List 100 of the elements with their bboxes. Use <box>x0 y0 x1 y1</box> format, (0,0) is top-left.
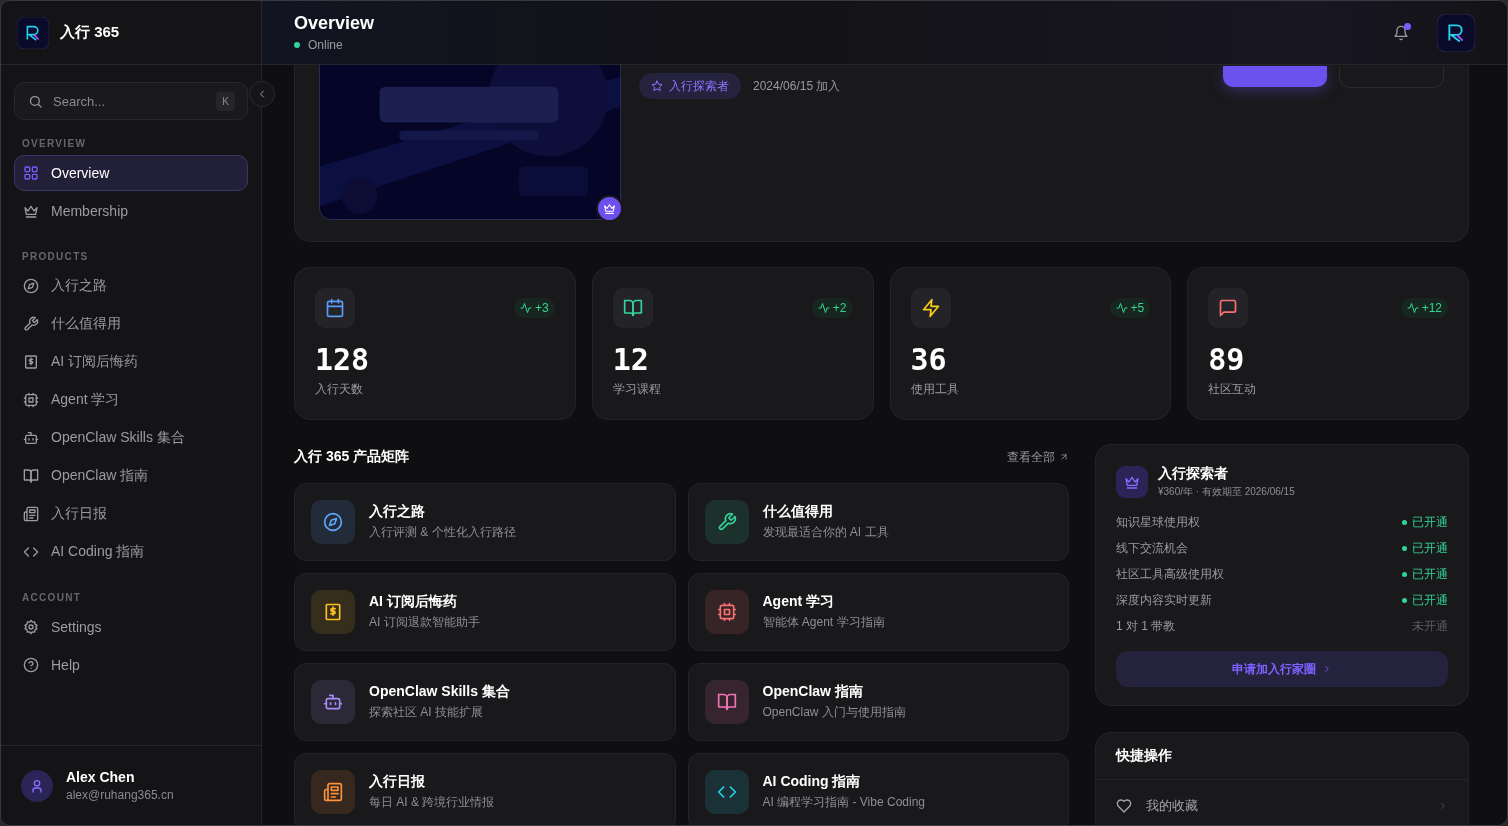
nav-item[interactable]: AI Coding 指南 <box>14 534 248 570</box>
page-title: Overview <box>294 13 375 34</box>
pulse-icon <box>1406 302 1419 314</box>
crown-icon <box>23 203 39 219</box>
product-card[interactable]: AI 订阅后悔药 AI 订阅退款智能助手 <box>294 573 676 651</box>
brand-name: 入行 365 <box>60 23 120 42</box>
section-heading: OVERVIEW <box>22 138 88 149</box>
product-description: 智能体 Agent 学习指南 <box>762 614 885 631</box>
nav-item[interactable]: 入行之路 <box>14 268 248 304</box>
chevron-right-icon <box>1322 664 1332 674</box>
stat-value: 128 <box>315 342 371 377</box>
section-title: 入行 365 产品矩阵 <box>294 448 410 466</box>
pulse-icon <box>1115 302 1128 314</box>
product-title: OpenClaw 指南 <box>762 683 864 701</box>
benefit-label: 1 对 1 带教 <box>1116 617 1176 635</box>
nav-item[interactable]: AI 订阅后悔药 <box>14 344 248 380</box>
search-field[interactable]: Search... <box>51 92 209 110</box>
newspaper-icon <box>23 506 39 522</box>
nav-item[interactable]: OpenClaw Skills 集合 <box>14 420 248 456</box>
product-card[interactable]: OpenClaw Skills 集合 探索社区 AI 技能扩展 <box>294 663 676 741</box>
heart-icon <box>1116 798 1132 814</box>
trend-badge: +3 <box>514 298 555 318</box>
nav-item[interactable]: 什么值得用 <box>14 306 248 342</box>
account-button[interactable] <box>1437 13 1475 52</box>
book-icon <box>23 468 39 484</box>
card-title: 快捷操作 <box>1096 733 1468 780</box>
shortcut-key: K <box>216 91 235 111</box>
notification-button[interactable] <box>1391 22 1411 43</box>
nav-item[interactable]: Settings <box>14 609 248 645</box>
benefit-label: 社区工具高级使用权 <box>1116 565 1224 583</box>
benefit-label: 知识星球使用权 <box>1116 513 1200 531</box>
crown-icon <box>1124 474 1140 490</box>
product-description: 发现最适合你的 AI 工具 <box>762 524 889 541</box>
trend-badge: +5 <box>1109 298 1151 318</box>
logo <box>17 16 49 49</box>
arrow-up-right-icon <box>1059 452 1069 462</box>
nav-item[interactable]: Help <box>14 647 248 683</box>
benefit-status: 已开通 <box>1402 539 1448 557</box>
product-description: AI 编程学习指南 - Vibe Coding <box>762 794 925 811</box>
product-card[interactable]: Agent 学习 智能体 Agent 学习指南 <box>687 573 1069 651</box>
product-title: OpenClaw Skills 集合 <box>369 683 510 701</box>
section-heading: ACCOUNT <box>22 592 83 603</box>
crown-icon <box>603 202 616 215</box>
user-email: alex@ruhang365.cn <box>66 788 174 802</box>
robot-icon <box>23 430 39 446</box>
code-icon <box>23 544 39 560</box>
product-description: AI 订阅退款智能助手 <box>369 614 480 631</box>
quick-action-item[interactable]: 我的收藏 <box>1096 780 1468 825</box>
benefit-status: 已开通 <box>1402 591 1448 609</box>
plan-details: ¥360/年 · 有效期至 2026/06/15 <box>1158 485 1295 499</box>
product-title: AI 订阅后悔药 <box>369 593 458 611</box>
nav-item[interactable]: 入行日报 <box>14 496 248 532</box>
product-description: 入行评测 & 个性化入行路径 <box>369 524 516 541</box>
search-icon <box>28 93 43 109</box>
plan-name: 入行探索者 <box>1158 465 1229 483</box>
product-card[interactable]: 什么值得用 发现最适合你的 AI 工具 <box>687 483 1069 561</box>
apply-button[interactable]: 申请加入行家圈 <box>1116 651 1448 687</box>
settings-icon <box>23 619 39 635</box>
stat-label: 使用工具 <box>910 381 960 398</box>
benefit-status: 未开通 <box>1412 617 1448 635</box>
help-icon <box>23 657 39 673</box>
stat-label: 社区互动 <box>1208 381 1258 398</box>
product-title: 入行日报 <box>369 773 426 791</box>
view-all-link[interactable]: 查看全部 <box>1007 448 1069 466</box>
nav-item[interactable]: Membership <box>14 193 248 229</box>
product-card[interactable]: 入行之路 入行评测 & 个性化入行路径 <box>294 483 676 561</box>
product-description: 探索社区 AI 技能扩展 <box>369 704 484 721</box>
join-date: 2024/06/15 加入 <box>753 78 841 95</box>
user-name: Alex Chen <box>66 769 136 785</box>
chip-icon <box>23 392 39 408</box>
nav-item[interactable]: Overview <box>14 155 248 191</box>
product-description: OpenClaw 入门与使用指南 <box>762 704 906 721</box>
search-box[interactable]: Search... K <box>14 82 248 120</box>
section-heading: PRODUCTS <box>22 251 90 262</box>
stat-label: 学习课程 <box>612 381 662 398</box>
benefit-status: 已开通 <box>1402 513 1448 531</box>
trend-badge: +2 <box>811 298 853 318</box>
status-text: Online <box>308 38 343 52</box>
product-card[interactable]: OpenClaw 指南 OpenClaw 入门与使用指南 <box>687 663 1069 741</box>
pulse-icon <box>817 302 830 314</box>
nav-item[interactable]: Agent 学习 <box>14 382 248 418</box>
product-title: AI Coding 指南 <box>762 773 862 791</box>
star-icon <box>651 80 663 92</box>
product-title: 什么值得用 <box>762 503 834 521</box>
grid-icon <box>23 165 39 181</box>
member-tag: 入行探索者 <box>639 73 741 99</box>
stat-value: 12 <box>612 342 650 377</box>
product-title: 入行之路 <box>369 503 426 521</box>
upgrade-button[interactable] <box>1223 66 1327 87</box>
receipt-icon <box>23 354 39 370</box>
benefit-label: 线下交流机会 <box>1116 539 1188 557</box>
wrench-icon <box>23 316 39 332</box>
logo <box>1437 13 1475 52</box>
product-card[interactable]: 入行日报 每日 AI & 跨境行业情报 <box>294 753 676 825</box>
compass-icon <box>23 278 39 294</box>
stat-label: 入行天数 <box>315 381 364 398</box>
pulse-icon <box>520 302 533 314</box>
product-card[interactable]: AI Coding 指南 AI 编程学习指南 - Vibe Coding <box>687 753 1069 825</box>
nav-item[interactable]: OpenClaw 指南 <box>14 458 248 494</box>
collapse-button[interactable] <box>249 81 275 107</box>
